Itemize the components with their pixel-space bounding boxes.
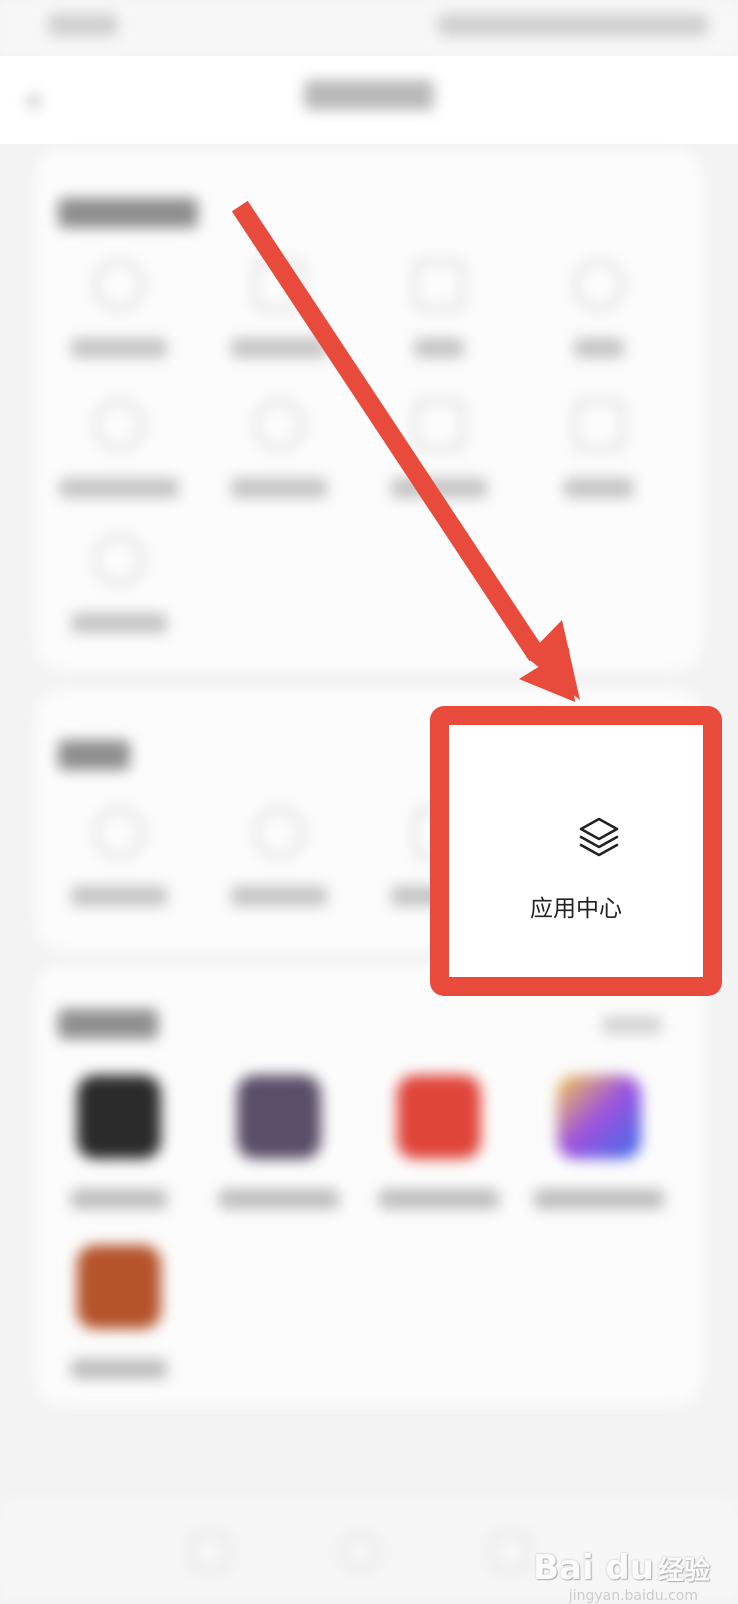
baidu-watermark: Bai du 经验 bbox=[533, 1548, 710, 1588]
annotation-arrow-icon bbox=[231, 200, 580, 702]
watermark-url: jingyan.baidu.com bbox=[568, 1588, 698, 1604]
